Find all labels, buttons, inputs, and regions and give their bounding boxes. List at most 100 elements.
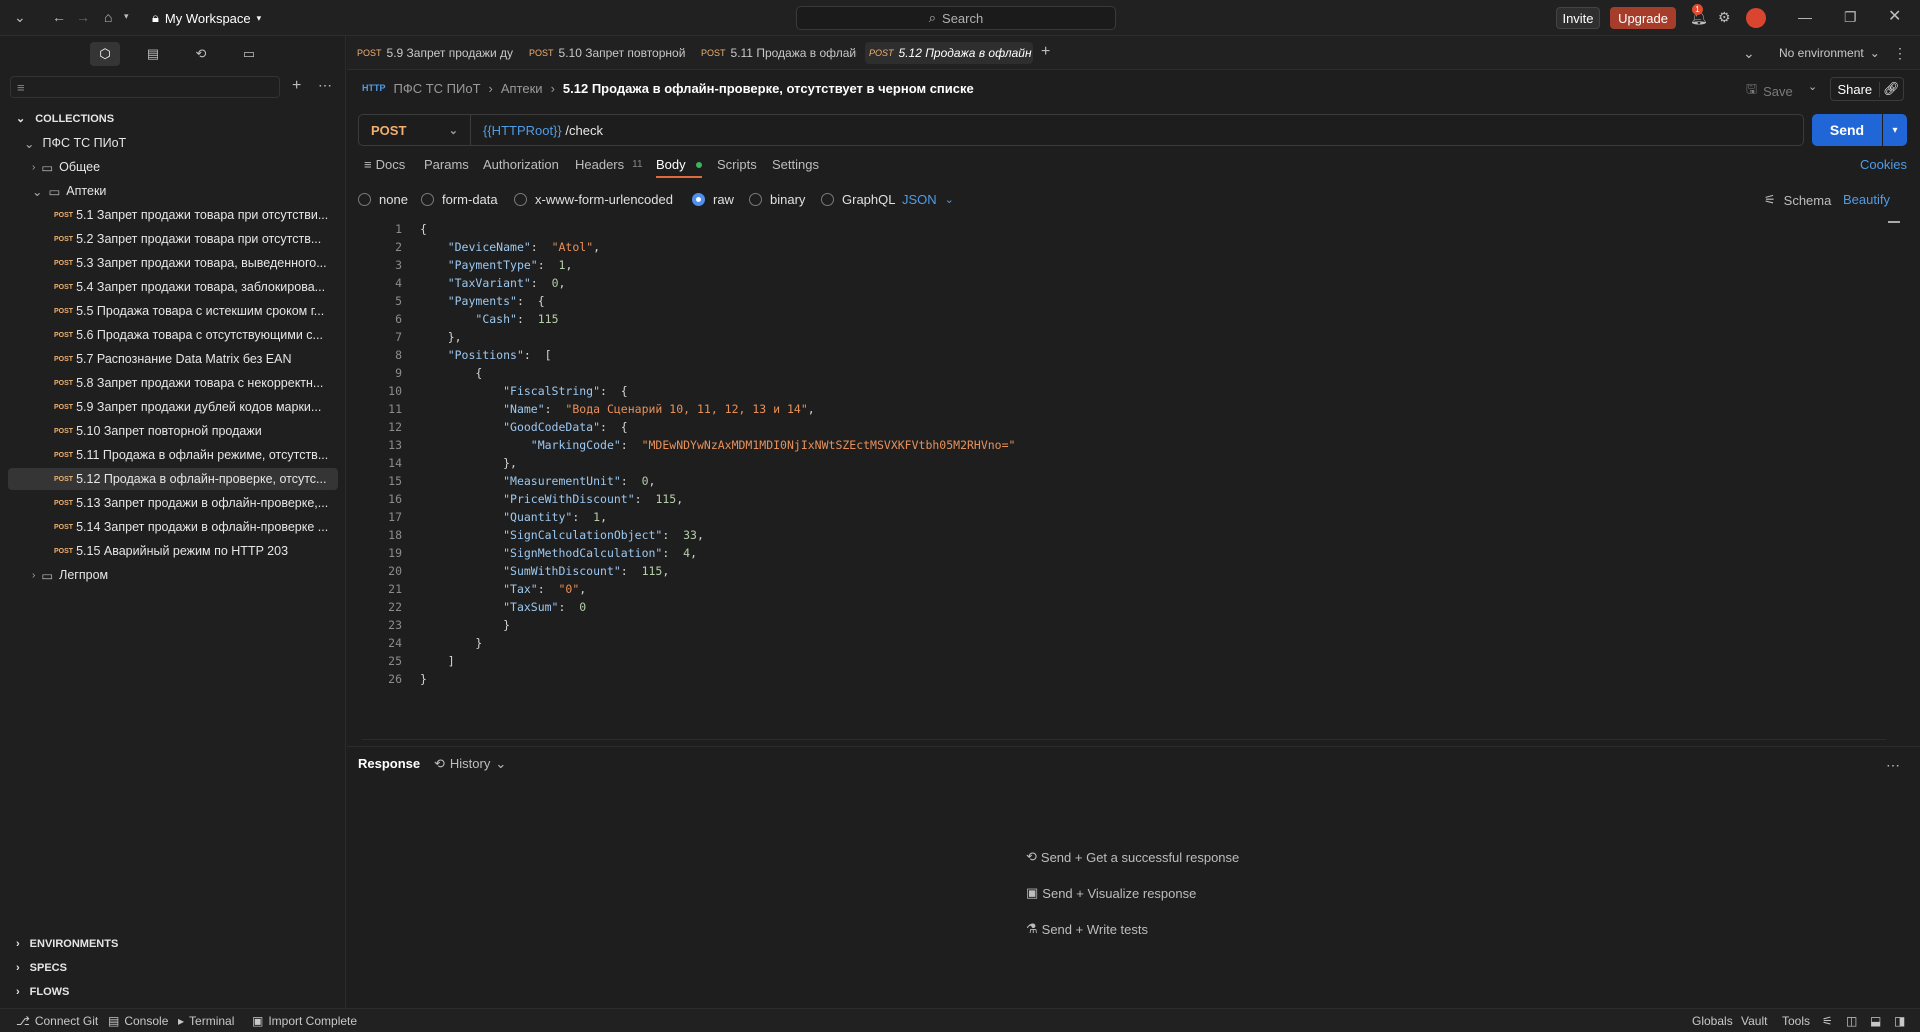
history-button[interactable]: ⟲ History ⌄ bbox=[434, 756, 506, 772]
layout-two-pane-icon[interactable]: ◫ bbox=[1846, 1014, 1857, 1028]
cookies-link[interactable]: Cookies bbox=[1860, 157, 1907, 172]
import-status[interactable]: ▣ Import Complete bbox=[252, 1014, 357, 1028]
list-item[interactable]: POST 5.2 Запрет продажи товара при отсутс… bbox=[8, 228, 338, 250]
list-item[interactable]: POST 5.13 Запрет продажи в офлайн-проверк… bbox=[8, 492, 338, 514]
tools-button[interactable]: Tools bbox=[1782, 1014, 1810, 1028]
list-item[interactable]: POST 5.12 Продажа в офлайн-проверке, отсу… bbox=[8, 468, 338, 490]
tab-params[interactable]: Params bbox=[424, 157, 469, 172]
tabs-dropdown-icon[interactable]: ⌄ bbox=[1743, 46, 1755, 60]
list-item[interactable]: POST 5.14 Запрет продажи в офлайн-проверк… bbox=[8, 516, 338, 538]
list-item[interactable]: POST 5.6 Продажа товара с отсутствующими … bbox=[8, 324, 338, 346]
tab-request-5-10[interactable]: POST 5.10 Запрет повторной bbox=[525, 42, 685, 64]
radio-none[interactable]: none bbox=[358, 192, 408, 207]
search-input[interactable]: ⌕ Search bbox=[796, 6, 1116, 30]
folder-item-apteki[interactable]: ⌄ ▭ Аптеки bbox=[8, 180, 338, 202]
radio-form-data[interactable]: form-data bbox=[421, 192, 498, 207]
back-arrow-icon[interactable]: ← bbox=[52, 10, 66, 24]
invite-button[interactable]: Invite bbox=[1556, 7, 1600, 29]
page-title[interactable]: 5.12 Продажа в офлайн-проверке, отсутств… bbox=[563, 81, 974, 96]
folder-item-obshee[interactable]: › ▭ Общее bbox=[8, 156, 338, 178]
list-item[interactable]: POST 5.8 Запрет продажи товара с некоррек… bbox=[8, 372, 338, 394]
link-icon[interactable]: 🔗︎ bbox=[1880, 81, 1903, 97]
folder-item-legprom[interactable]: › ▭ Легпром bbox=[8, 564, 338, 586]
list-item[interactable]: POST 5.3 Запрет продажи товара, выведенно… bbox=[8, 252, 338, 274]
history-tab-icon[interactable]: ⟲ bbox=[186, 42, 216, 66]
list-item[interactable]: POST 5.11 Продажа в офлайн режиме, отсутс… bbox=[8, 444, 338, 466]
schema-button[interactable]: ⚟ Schema bbox=[1764, 192, 1831, 208]
flows-header[interactable]: › FLOWS bbox=[16, 986, 69, 998]
tab-request-5-9[interactable]: POST 5.9 Запрет продажи ду bbox=[353, 42, 513, 64]
terminal-button[interactable]: ▸ Terminal bbox=[178, 1014, 234, 1028]
list-item[interactable]: POST 5.5 Продажа товара с истекшим сроком… bbox=[8, 300, 338, 322]
environments-tab-icon[interactable]: ▤ bbox=[138, 42, 168, 66]
specs-header[interactable]: › SPECS bbox=[16, 962, 67, 974]
collections-tab-icon[interactable]: ⬡ bbox=[90, 42, 120, 66]
breadcrumb-collection[interactable]: ПФС ТС ПИоТ bbox=[394, 81, 481, 96]
url-input[interactable]: {{HTTPRoot}} /check bbox=[471, 123, 603, 138]
list-item[interactable]: POST 5.7 Распознание Data Matrix без EAN bbox=[8, 348, 338, 370]
home-icon[interactable]: ⌂ bbox=[104, 10, 112, 24]
more-icon[interactable]: ⋯ bbox=[1886, 758, 1900, 772]
list-item[interactable]: POST 5.10 Запрет повторной продажи bbox=[8, 420, 338, 442]
list-item[interactable]: POST 5.15 Аварийный режим по HTTP 203 bbox=[8, 540, 338, 562]
upgrade-button[interactable]: Upgrade bbox=[1610, 7, 1676, 29]
filter-input[interactable]: ≡ bbox=[10, 76, 280, 98]
send-dropdown-icon[interactable]: ▾ bbox=[1883, 114, 1907, 146]
hint-visualize-response[interactable]: ▣ Send + Visualize response bbox=[1026, 885, 1196, 901]
layout-right-icon[interactable]: ◨ bbox=[1894, 1014, 1905, 1028]
hint-write-tests[interactable]: ⚗ Send + Write tests bbox=[1026, 921, 1148, 937]
menu-chevron-icon[interactable]: ⌄ bbox=[14, 10, 26, 24]
files-tab-icon[interactable]: ▭ bbox=[234, 42, 264, 66]
tab-request-5-11[interactable]: POST 5.11 Продажа в офлайн bbox=[697, 42, 857, 64]
send-button[interactable]: Send bbox=[1812, 114, 1882, 146]
console-button[interactable]: ▤ Console bbox=[108, 1014, 168, 1028]
code-line: "TaxVariant": 0, bbox=[447, 276, 566, 290]
new-tab-icon[interactable]: + bbox=[1041, 44, 1050, 60]
scrollbar-thumb[interactable] bbox=[1888, 221, 1900, 223]
forward-arrow-icon[interactable]: → bbox=[76, 10, 90, 24]
gear-icon[interactable]: ⚙ bbox=[1718, 10, 1731, 24]
hint-successful-response[interactable]: ⟲ Send + Get a successful response bbox=[1026, 849, 1239, 865]
minimize-icon[interactable]: — bbox=[1798, 10, 1812, 24]
vault-button[interactable]: Vault bbox=[1741, 1014, 1767, 1028]
globals-button[interactable]: Globals bbox=[1692, 1014, 1733, 1028]
tab-request-5-12[interactable]: POST 5.12 Продажа в офлайн bbox=[865, 42, 1033, 64]
share-button[interactable]: Share 🔗︎ bbox=[1830, 77, 1904, 101]
restore-icon[interactable]: ❐ bbox=[1844, 10, 1857, 24]
environment-selector[interactable]: No environment ⌄ bbox=[1779, 46, 1880, 60]
tab-headers[interactable]: Headers 11 bbox=[575, 157, 643, 172]
save-dropdown-icon[interactable]: ⌄ bbox=[1808, 82, 1817, 93]
method-select[interactable]: POST ⌄ bbox=[359, 115, 471, 145]
code-editor[interactable]: 1 {2 "DeviceName": "Atol", 3 "PaymentType"… bbox=[362, 220, 1886, 740]
tab-authorization[interactable]: Authorization bbox=[483, 157, 559, 172]
list-item[interactable]: POST 5.1 Запрет продажи товара при отсутс… bbox=[8, 204, 338, 226]
tab-body[interactable]: Body bbox=[656, 157, 702, 172]
more-icon[interactable]: ⋯ bbox=[318, 78, 332, 92]
radio-binary[interactable]: binary bbox=[749, 192, 805, 207]
close-icon[interactable]: ✕ bbox=[1888, 9, 1901, 25]
radio-raw[interactable]: raw bbox=[692, 192, 734, 207]
connect-git-button[interactable]: ⎇ Connect Git bbox=[16, 1014, 98, 1028]
settings-icon[interactable]: ⚟ bbox=[1822, 1014, 1833, 1028]
json-format-select[interactable]: JSON ⌄ bbox=[902, 192, 954, 207]
avatar[interactable] bbox=[1746, 8, 1766, 28]
add-icon[interactable]: + bbox=[292, 78, 301, 94]
save-button[interactable]: 🖫︎ Save bbox=[1746, 80, 1793, 102]
list-item[interactable]: POST 5.4 Запрет продажи товара, заблокиро… bbox=[8, 276, 338, 298]
tab-settings[interactable]: Settings bbox=[772, 157, 819, 172]
home-dropdown-icon[interactable]: ▾ bbox=[124, 12, 129, 21]
beautify-button[interactable]: Beautify bbox=[1843, 192, 1890, 207]
list-item[interactable]: POST 5.9 Запрет продажи дублей кодов марк… bbox=[8, 396, 338, 418]
collection-item[interactable]: ⌄ ПФС ТС ПИоТ bbox=[8, 132, 338, 154]
code-line: "Positions": [ bbox=[447, 348, 552, 362]
radio-urlencoded[interactable]: x-www-form-urlencoded bbox=[514, 192, 673, 207]
tab-scripts[interactable]: Scripts bbox=[717, 157, 757, 172]
radio-graphql[interactable]: GraphQL bbox=[821, 192, 895, 207]
sidebar-toggle-icon[interactable]: ⋮ bbox=[1893, 46, 1907, 60]
breadcrumb-folder[interactable]: Аптеки bbox=[501, 81, 543, 96]
tab-docs[interactable]: ≡ Docs bbox=[364, 157, 405, 172]
workspace-selector[interactable]: 🔒︎ My Workspace ▾ bbox=[152, 10, 261, 26]
layout-bottom-icon[interactable]: ⬓ bbox=[1870, 1014, 1881, 1028]
environments-header[interactable]: › ENVIRONMENTS bbox=[16, 938, 118, 950]
collections-header[interactable]: ⌄ COLLECTIONS bbox=[16, 112, 114, 126]
